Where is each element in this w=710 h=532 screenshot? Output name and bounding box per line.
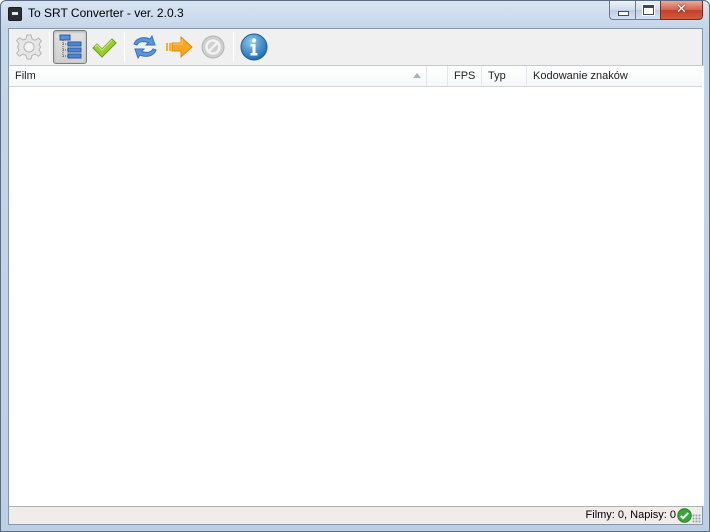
client-area: Film FPS Typ Kodowanie znaków Filmy: 0, … [8, 28, 704, 525]
toolbar-separator [124, 32, 125, 62]
cancel-icon [201, 35, 225, 59]
settings-button[interactable] [12, 30, 46, 64]
info-icon [240, 33, 268, 61]
tree-view-button[interactable] [53, 30, 87, 64]
column-header-film[interactable]: Film [9, 66, 427, 86]
status-text: Filmy: 0, Napisy: 0 [585, 509, 676, 521]
column-header-fps[interactable]: FPS [448, 66, 482, 86]
column-header-blank[interactable] [427, 66, 448, 86]
toolbar-separator [49, 32, 50, 62]
list-header: Film FPS Typ Kodowanie znaków [9, 66, 702, 87]
info-button[interactable] [237, 30, 271, 64]
arrow-right-icon [166, 35, 193, 59]
resize-grip[interactable] [692, 514, 701, 523]
column-header-encoding[interactable]: Kodowanie znaków [527, 66, 702, 86]
stop-button[interactable] [196, 30, 230, 64]
toolbar-separator [233, 32, 234, 62]
checkmark-icon [92, 38, 117, 58]
title-bar[interactable]: To SRT Converter - ver. 2.0.3 ✕ [1, 1, 709, 27]
console-window-icon[interactable] [8, 7, 22, 21]
file-list[interactable]: Film FPS Typ Kodowanie znaków [9, 65, 704, 506]
sort-ascending-icon [413, 73, 421, 78]
toolbar [9, 29, 702, 65]
minimize-button[interactable] [609, 1, 635, 20]
gear-icon [16, 34, 42, 60]
app-window: To SRT Converter - ver. 2.0.3 ✕ Film FPS… [0, 0, 710, 532]
column-header-typ[interactable]: Typ [482, 66, 527, 86]
maximize-button[interactable] [635, 1, 660, 20]
tree-list-icon [59, 34, 82, 59]
ok-check-icon [677, 508, 692, 523]
convert-button[interactable] [162, 30, 196, 64]
refresh-button[interactable] [128, 30, 162, 64]
status-bar: Filmy: 0, Napisy: 0 [9, 506, 702, 524]
close-icon: ✕ [676, 2, 687, 17]
window-title: To SRT Converter - ver. 2.0.3 [28, 6, 184, 20]
refresh-arrows-icon [133, 34, 157, 60]
check-button[interactable] [87, 30, 121, 64]
caption-buttons: ✕ [609, 1, 703, 20]
close-button[interactable]: ✕ [660, 1, 703, 20]
